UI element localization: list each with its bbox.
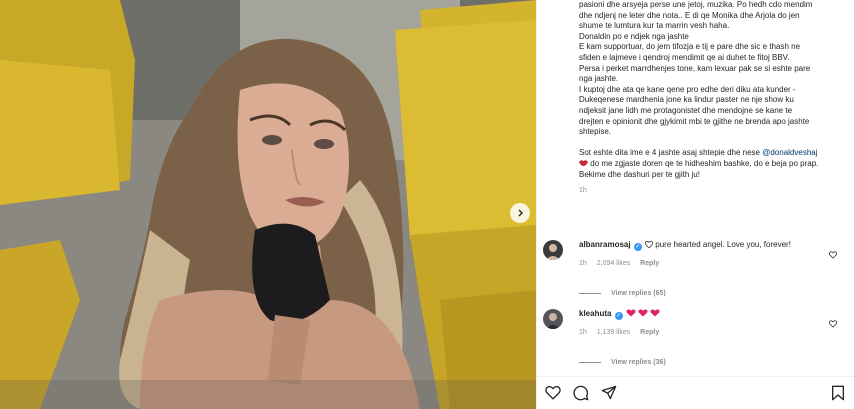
heart-icon[interactable] [545,385,561,400]
share-icon[interactable] [601,385,617,400]
caption-line: dhe ndjenj ne leter dhe nota.. E di qe M… [579,10,800,20]
white-heart-emoji-icon [644,240,654,249]
caption-line: Persa i perket marrdhenjes tone, kam lex… [579,63,811,73]
comment-likes[interactable]: 1,139 likes [597,329,630,336]
comment-like-button[interactable] [828,246,838,264]
comment-icon[interactable] [573,385,589,401]
chevron-right-icon [518,209,523,217]
caption-line: I kuptoj dhe ata qe kane qene pro edhe d… [579,84,796,94]
caption-final-paragraph: Sot eshte dita ime e 4 jashte asaj shtep… [579,148,851,169]
comment-body: albanramosaj ✓ pure hearted angel. Love … [579,240,819,251]
bookmark-icon[interactable] [831,385,845,401]
caption-line: nga jashte. [579,74,619,84]
comment-meta: 1h 1,139 likes Reply [579,329,667,336]
caption-line: drejten e opinionit dhe gjykimit mbi te … [579,116,810,126]
comment-time[interactable]: 1h [579,260,587,267]
post-side-panel: pasioni dhe arsyeja perse une jetoj, muz… [536,0,854,409]
mention-link[interactable]: @donaldveshaj [762,148,817,157]
caption-line: sfiden e lajmeve i qendroj mendimit qe a… [579,52,790,62]
caption-closing: Bekime dhe dashuri per te gjith ju! [579,169,700,179]
post-image-illustration [0,0,536,409]
caption-line: shtepise. [579,127,612,137]
view-replies-label: View replies (36) [611,359,666,366]
caption-line: E kam supportuar, do jem tifozja e tij e… [579,42,801,52]
comment-body: kleahuta ✓ [579,309,819,320]
reply-button[interactable]: Reply [640,260,659,267]
post-image[interactable] [0,0,536,409]
post-caption: pasioni dhe arsyeja perse une jetoj, muz… [579,0,851,197]
caption-text: do me zgjaste doren qe te hidheshim bash… [590,158,819,168]
reply-button[interactable]: Reply [640,329,659,336]
caption-text: Sot eshte dita ime e 4 jashte asaj shtep… [579,148,763,158]
post-time[interactable]: 1h [579,186,851,197]
comment-text: pure hearted angel. Love you, forever! [655,240,791,249]
avatar[interactable] [543,240,563,260]
caption-line: Donaldin po e ndjek nga jashte [579,31,689,41]
comment-username[interactable]: albanramosaj [579,240,631,249]
heart-icon [828,320,838,328]
view-replies-button[interactable]: View replies (36) [579,359,666,366]
caption-line: shume te lumtura kur ta marrin vesh haha… [579,21,730,31]
caption-line: Dukeqenese mardhenia jone ka lindur past… [579,95,794,105]
view-replies-label: View replies (65) [611,290,666,297]
post-action-bar [537,376,854,409]
avatar[interactable] [543,309,563,329]
verified-icon: ✓ [614,312,623,320]
comment-username[interactable]: kleahuta [579,309,611,318]
divider [579,292,601,294]
comment-meta: 1h 2,094 likes Reply [579,260,667,267]
next-image-button[interactable] [510,203,530,223]
divider [579,361,601,363]
verified-icon: ✓ [633,243,642,251]
comment-like-button[interactable] [828,315,838,333]
caption-line: ndjeksit jane lidh me protagonistet dhe … [579,105,793,115]
heart-icon [828,251,838,259]
comment-likes[interactable]: 2,094 likes [597,260,630,267]
caption-line: pasioni dhe arsyeja perse une jetoj, muz… [579,0,813,9]
red-heart-emoji-icon [626,309,660,317]
view-replies-button[interactable]: View replies (65) [579,290,666,297]
lips-emoji-icon [579,160,588,166]
comment-time[interactable]: 1h [579,329,587,336]
